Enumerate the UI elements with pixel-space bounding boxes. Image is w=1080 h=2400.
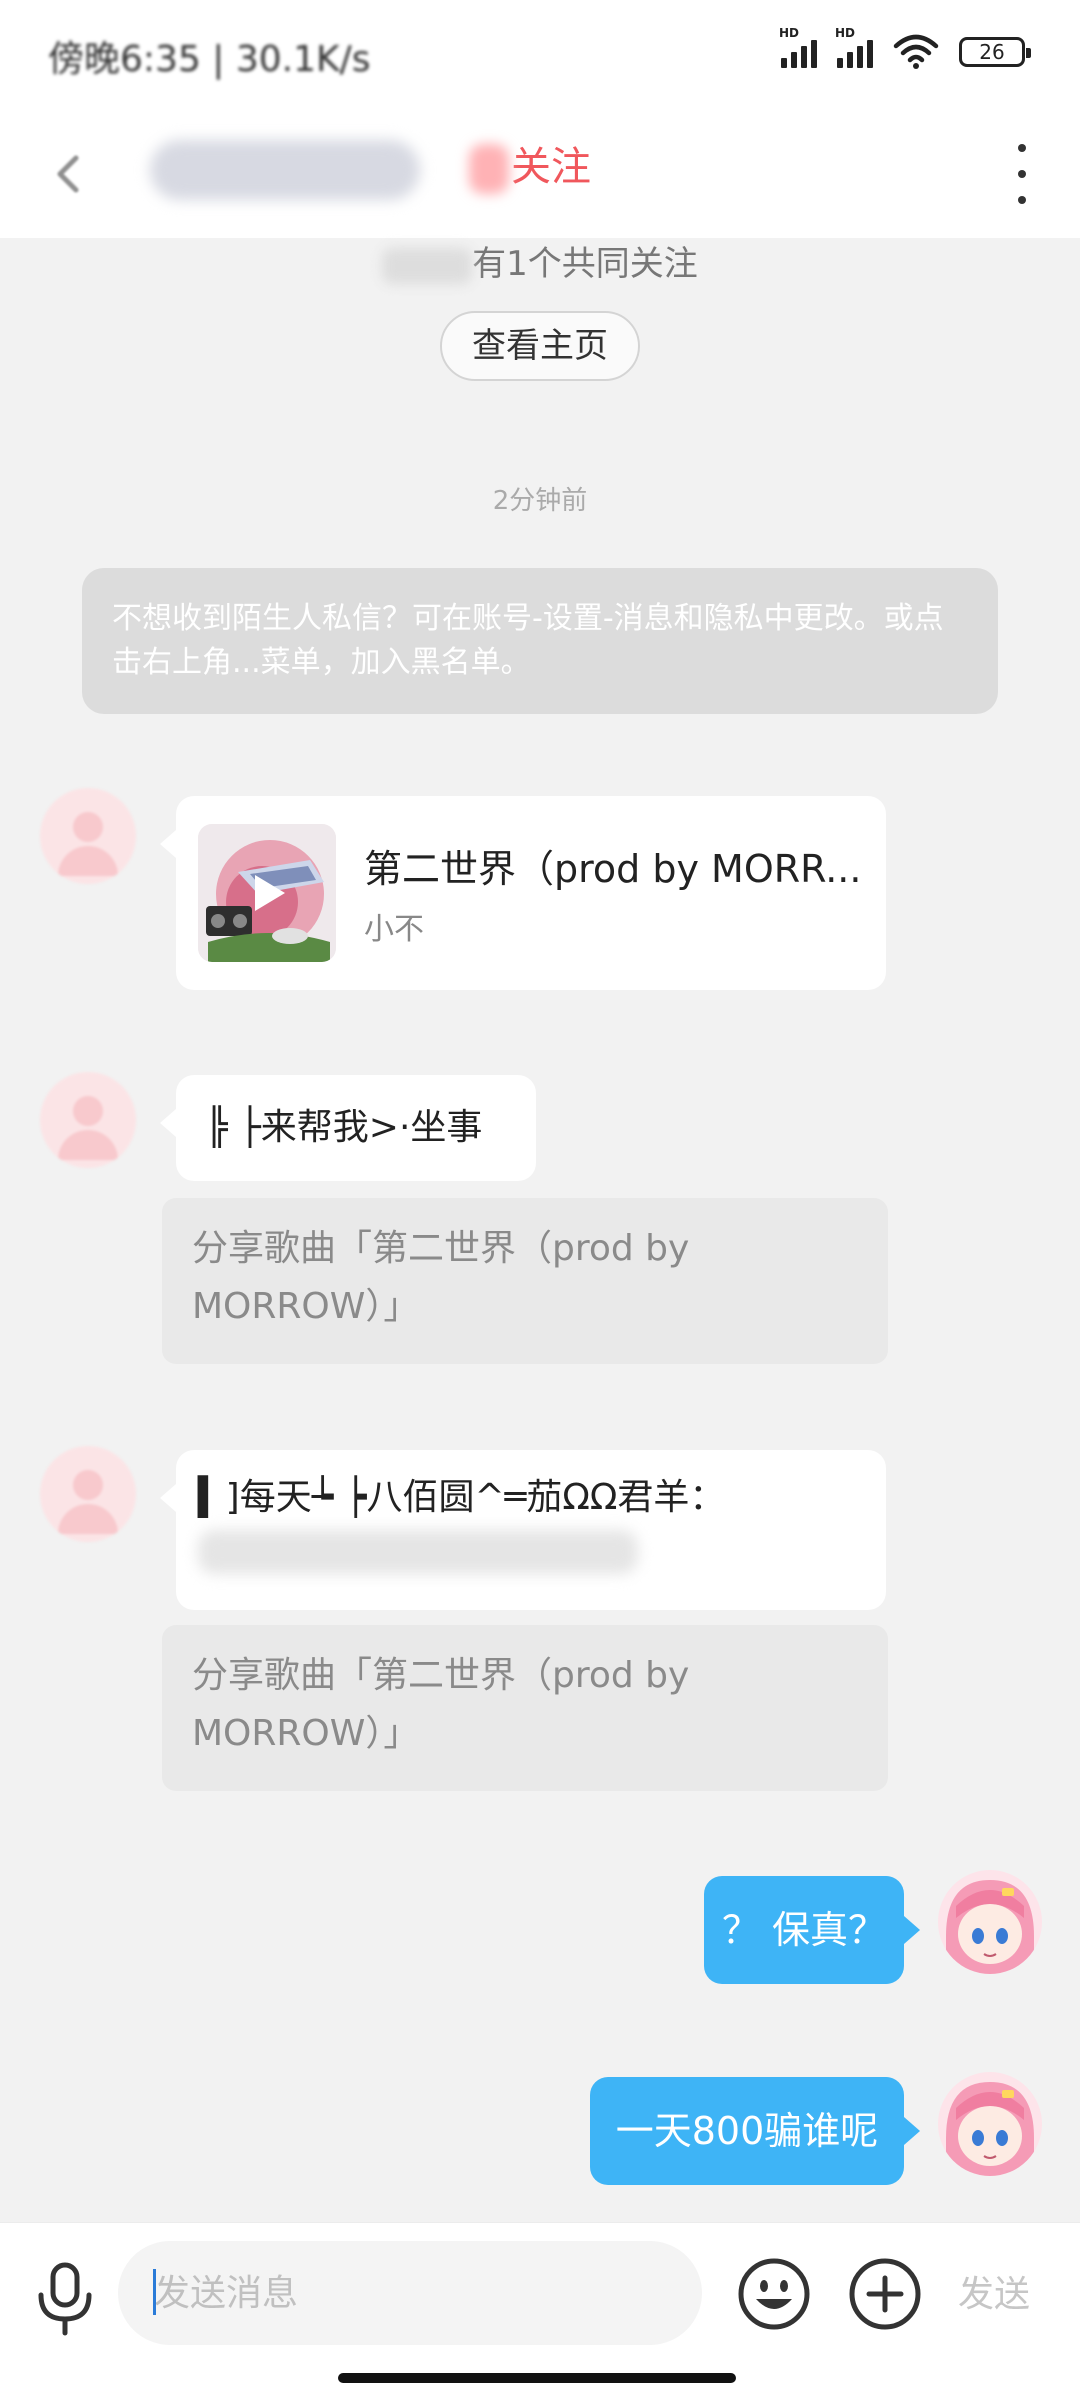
wifi-icon bbox=[893, 34, 939, 69]
message-timestamp: 2分钟前 bbox=[492, 486, 588, 516]
view-profile-button[interactable]: 查看主页 bbox=[440, 311, 640, 381]
music-title: 第二世界（prod by MORR... bbox=[364, 847, 862, 891]
battery-icon: 26 bbox=[959, 37, 1031, 67]
music-artist: 小不 bbox=[364, 912, 424, 947]
cellular-signal-2-icon: HD bbox=[835, 26, 873, 68]
text-cursor bbox=[153, 2269, 156, 2315]
share-song-card[interactable]: 分享歌曲「第二世界（prod by MORROW）」 bbox=[162, 1198, 888, 1364]
signal-hd-label: HD bbox=[779, 26, 800, 40]
music-card[interactable]: 第二世界（prod by MORR... 小不 bbox=[160, 796, 886, 990]
sender-avatar[interactable] bbox=[40, 1072, 136, 1168]
back-arrow-icon[interactable] bbox=[40, 144, 100, 204]
my-message-bubble[interactable]: ？ 保真？ bbox=[704, 1876, 920, 1984]
status-time: 傍晚6:35 | 30.1K/s bbox=[48, 39, 371, 80]
mutual-follow-info: 有1个共同关注 bbox=[0, 236, 1080, 285]
message-input[interactable] bbox=[118, 2241, 702, 2345]
battery-level: 26 bbox=[979, 40, 1005, 64]
more-vertical-icon[interactable] bbox=[1004, 136, 1040, 212]
cellular-signal-icon: HD bbox=[779, 26, 817, 68]
my-avatar[interactable] bbox=[938, 1870, 1042, 1974]
contact-name-blurred bbox=[150, 140, 420, 200]
play-icon[interactable] bbox=[241, 867, 293, 919]
home-indicator[interactable] bbox=[338, 2373, 736, 2383]
follow-label: 关注 bbox=[511, 144, 591, 190]
emoji-icon[interactable] bbox=[737, 2257, 811, 2331]
mic-icon[interactable] bbox=[32, 2259, 98, 2337]
chat-header: 关注 bbox=[0, 110, 1080, 238]
plus-circle-icon[interactable] bbox=[848, 2257, 922, 2331]
share-song-card[interactable]: 分享歌曲「第二世界（prod by MORROW）」 bbox=[162, 1625, 888, 1791]
sender-avatar[interactable] bbox=[40, 788, 136, 884]
status-bar: 傍晚6:35 | 30.1K/s HD HD 26 bbox=[0, 0, 1080, 110]
mutual-follow-text: 有1个共同关注 bbox=[472, 244, 698, 284]
message-bubble[interactable]: ╠ ├来帮我>·坐事 bbox=[160, 1075, 536, 1181]
stranger-notice: 不想收到陌生人私信？可在账号-设置-消息和隐私中更改。或点击右上角...菜单，加… bbox=[82, 568, 998, 714]
status-icons: HD HD 26 bbox=[779, 26, 1031, 70]
message-bubble[interactable]: ▍]每天┶ ┝八佰圆^═茄ΩΩ君羊： bbox=[160, 1450, 886, 1610]
send-button[interactable]: 发送 bbox=[958, 2265, 1030, 2317]
follow-button[interactable]: 关注 bbox=[455, 132, 605, 202]
album-cover bbox=[198, 824, 336, 962]
my-avatar[interactable] bbox=[938, 2072, 1042, 2176]
sender-avatar[interactable] bbox=[40, 1446, 136, 1542]
message-text: ▍]每天┶ ┝八佰圆^═茄ΩΩ君羊： bbox=[198, 1477, 726, 1518]
blurred-text bbox=[198, 1530, 638, 1574]
signal-hd-label-2: HD bbox=[835, 26, 856, 40]
my-message-bubble[interactable]: 一天800骗谁呢 bbox=[590, 2077, 920, 2185]
